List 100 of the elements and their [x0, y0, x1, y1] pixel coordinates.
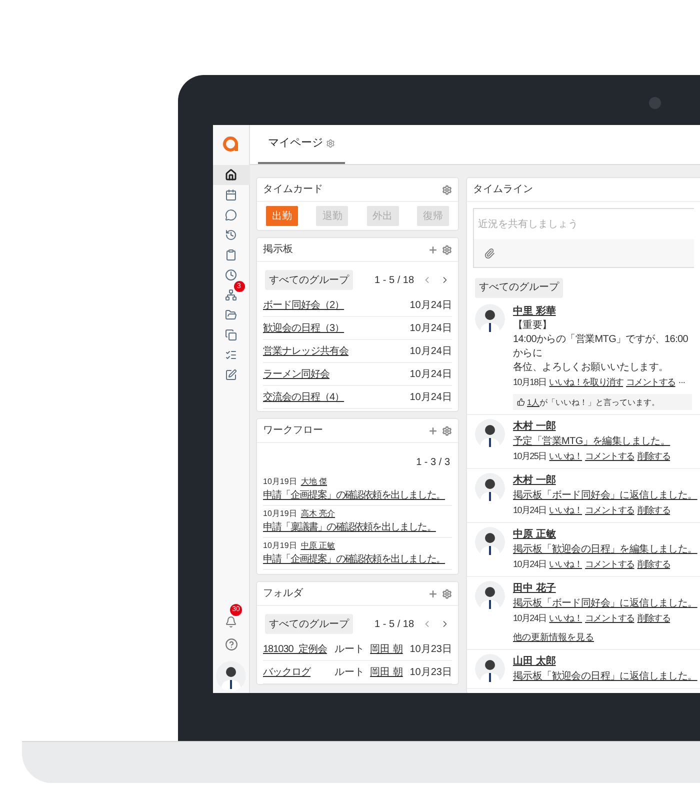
likes-text: 1人が「いいね！」と言っています。 [527, 396, 660, 408]
pager-count: 1 - 5 / 18 [374, 274, 414, 288]
post-text: 【重要】 [513, 319, 553, 333]
post-link[interactable]: 掲示板「ボード同好会」に返信しました。 [513, 596, 692, 611]
post-link[interactable]: 掲示板「ボード同好会」に返信しました。 [513, 488, 692, 503]
action-link[interactable]: コメントする [585, 611, 634, 626]
group-filter-button[interactable]: すべてのグループ [265, 270, 353, 290]
user-link[interactable]: 中里 彩華 [513, 306, 556, 317]
action-link[interactable]: 削除する [637, 611, 670, 626]
post-text: 各位、よろしくお願いいたします。 [513, 361, 670, 375]
board-link[interactable]: ボード同好会（2） [263, 298, 344, 312]
location-text: ルート [334, 666, 364, 678]
edit-icon [225, 369, 237, 381]
user-link[interactable]: 山田 太郎 [513, 656, 556, 667]
bell-icon[interactable] [225, 616, 237, 628]
home-icon [225, 169, 237, 181]
folder-link[interactable]: バックログ [263, 666, 310, 678]
date-text: 10月24日 [513, 612, 546, 625]
user-link[interactable]: 木村 一郎 [513, 421, 556, 432]
workflow-link[interactable]: 申請「稟議書」の確認依頼を出しました。 [263, 520, 452, 535]
checklist-icon [225, 349, 237, 361]
add-icon[interactable] [428, 426, 438, 436]
settings-icon[interactable] [442, 244, 452, 254]
speech-bubble-icon [225, 209, 237, 221]
see-more-link[interactable]: 他の更新情報を見る [513, 630, 594, 645]
group-filter-button[interactable]: すべてのグループ [265, 614, 353, 634]
add-icon[interactable] [428, 244, 438, 254]
add-icon[interactable] [428, 588, 438, 598]
user-link[interactable]: 中原 正敏 [513, 529, 556, 540]
date-text: 10月24日 [410, 368, 452, 382]
post-input[interactable]: 近況を共有しましょう [474, 209, 694, 239]
board-link[interactable]: 歓迎会の日程（3） [263, 320, 344, 336]
history-icon [225, 229, 237, 241]
user-link[interactable]: 木村 一郎 [513, 475, 556, 486]
post-link[interactable]: 掲示板「歓迎会の日程」に返信しました。 [513, 669, 692, 684]
hierarchy-icon [225, 289, 237, 301]
action-link[interactable]: いいね！ [549, 449, 582, 464]
action-link[interactable]: 削除する [637, 503, 670, 518]
date-text: 10月25日 [513, 450, 546, 463]
settings-icon[interactable] [442, 426, 452, 436]
date-text: 10月24日 [513, 558, 546, 571]
action-link[interactable]: コメントする [585, 503, 634, 518]
action-link[interactable]: コメントする [626, 375, 676, 390]
action-link[interactable]: いいね！を取り消す [549, 375, 624, 390]
user-link[interactable]: 大地 傑 [300, 476, 328, 488]
date-text: 10月24日 [410, 344, 452, 358]
pager-count: 1 - 3 / 3 [416, 456, 450, 470]
date-text: 10月24日 [410, 390, 452, 404]
action-link[interactable]: いいね！ [549, 557, 582, 572]
page-tab[interactable]: マイページ [258, 125, 345, 164]
settings-icon[interactable] [442, 184, 452, 194]
folder-icon [225, 309, 237, 321]
action-link[interactable]: いいね！ [549, 503, 582, 518]
logo-icon [222, 135, 240, 153]
date-text: 10月24日 [410, 298, 452, 312]
owner-link[interactable]: 岡田 朝 [370, 644, 403, 654]
settings-icon[interactable] [326, 138, 335, 148]
board-link[interactable]: 交流会の日程（4） [263, 390, 344, 404]
user-link[interactable]: 田中 花子 [513, 583, 556, 594]
clock-icon [225, 269, 237, 281]
copy-icon [225, 329, 237, 341]
likes-link[interactable]: 1人 [527, 398, 540, 406]
more-menu[interactable]: ··· [678, 375, 685, 390]
clipboard-icon [225, 249, 237, 261]
action-link[interactable]: 削除する [637, 449, 670, 464]
card-title: フォルダ [263, 587, 303, 601]
date-text: 10月24日 [410, 322, 452, 336]
calendar-icon [225, 189, 237, 201]
board-link[interactable]: 営業ナレッジ共有会 [263, 344, 348, 358]
action-link[interactable]: 削除する [637, 557, 670, 572]
pager-count: 1 - 5 / 18 [374, 618, 414, 632]
card-title: ワークフロー [263, 424, 323, 438]
board-link[interactable]: ラーメン同好会 [263, 366, 330, 382]
folder-link[interactable]: 181030_定例会 [263, 644, 327, 654]
date-text: 10月19日 [263, 540, 297, 552]
help-icon[interactable] [224, 638, 238, 650]
thumbs-up-icon [517, 398, 525, 406]
workflow-link[interactable]: 申請「企画提案」の確認依頼を出しました。 [263, 488, 452, 503]
action-link[interactable]: コメントする [585, 557, 634, 572]
camera-icon [649, 97, 661, 109]
post-text: 14:00からの「営業MTG」ですが、16:00からに [513, 333, 690, 361]
card-title: タイムライン [473, 183, 533, 197]
user-link[interactable]: 中原 正敏 [300, 540, 336, 552]
attach-icon[interactable] [484, 248, 495, 258]
post-field[interactable]: 近況を共有しましょう [473, 208, 694, 268]
sidebar-item[interactable] [213, 165, 250, 185]
settings-icon[interactable] [442, 588, 452, 598]
card-title: タイムカード [263, 183, 323, 197]
date-text: 10月23日 [410, 666, 452, 678]
post-link[interactable]: 掲示板「歓迎会の日程」を編集しました。 [513, 542, 692, 557]
action-link[interactable]: コメントする [585, 449, 634, 464]
date-text: 10月19日 [263, 476, 297, 488]
group-filter-button[interactable]: すべてのグループ [475, 278, 563, 298]
workflow-link[interactable]: 申請「企画提案」の確認依頼を出しました。 [263, 552, 452, 567]
date-text: 10月19日 [263, 508, 297, 520]
post-link[interactable]: 予定「営業MTG」を編集しました。 [513, 434, 692, 449]
action-link[interactable]: いいね！ [549, 611, 582, 626]
owner-link[interactable]: 岡田 朝 [370, 666, 403, 678]
location-text: ルート [334, 644, 364, 654]
user-link[interactable]: 高木 亮介 [300, 508, 336, 520]
